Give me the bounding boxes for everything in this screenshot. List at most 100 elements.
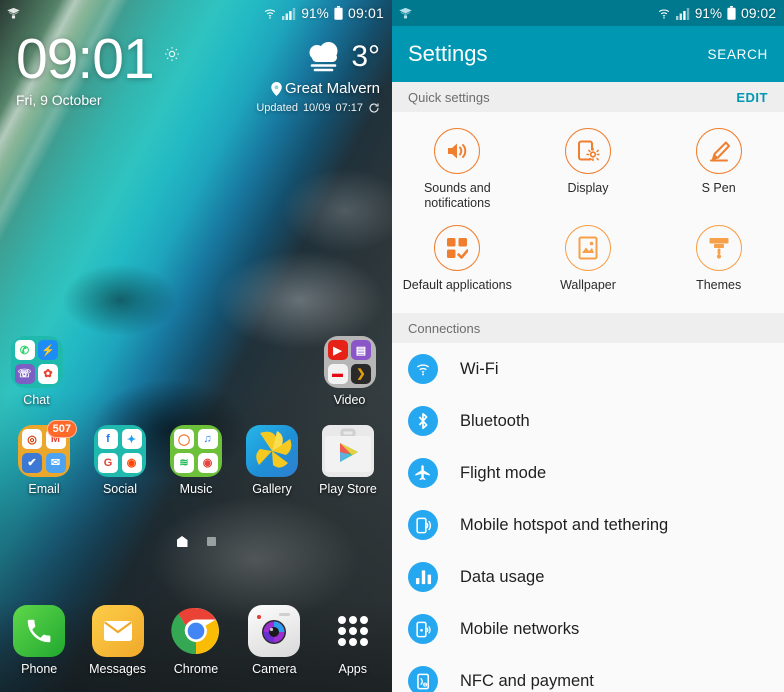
weather-updated-row: Updated 10/09 07:17 xyxy=(220,102,380,114)
folder-label: Music xyxy=(179,482,213,496)
dock-label: Apps xyxy=(338,662,368,676)
dock-camera[interactable]: Camera xyxy=(239,605,309,676)
settings-row-label: Wi-Fi xyxy=(460,359,499,378)
updated-time: 07:17 xyxy=(335,102,363,114)
settings-screen: 91% 09:02 Settings SEARCH Quick settings… xyxy=(392,0,784,692)
quick-setting-wallpaper[interactable]: Wallpaper xyxy=(523,221,654,303)
messages-icon[interactable] xyxy=(91,605,144,657)
volume-icon xyxy=(445,140,469,162)
page-title: Settings xyxy=(408,41,488,66)
search-button[interactable]: SEARCH xyxy=(708,47,768,62)
settings-row-wi-fi[interactable]: Wi-Fi xyxy=(392,343,784,395)
quick-setting-sounds-and-notifications[interactable]: Sounds and notifications xyxy=(392,124,523,221)
dock-chrome[interactable]: Chrome xyxy=(161,605,231,676)
settings-row-mobile-hotspot-and-tethering[interactable]: Mobile hotspot and tethering xyxy=(392,499,784,551)
dock-apps[interactable]: Apps xyxy=(318,605,388,676)
quick-settings-header: Quick settings EDIT xyxy=(392,82,784,112)
play-store-icon[interactable] xyxy=(322,425,374,477)
folder-label: Video xyxy=(333,393,366,407)
settings-row-nfc-and-payment[interactable]: $ NFC and payment xyxy=(392,655,784,692)
quick-setting-themes[interactable]: Themes xyxy=(653,221,784,303)
cellular-signal-icon xyxy=(675,7,690,20)
home-widget[interactable]: 09:01 Fri, 9 October 3° Great Malvern Up… xyxy=(0,26,392,114)
status-clock: 09:01 xyxy=(347,5,384,21)
camera-icon[interactable] xyxy=(248,605,301,657)
headphones-icon: ◯ xyxy=(174,429,194,449)
status-left-icons xyxy=(6,6,263,21)
battery-percent: 91% xyxy=(694,5,722,21)
gallery-icon[interactable] xyxy=(246,425,298,477)
wifi-icon xyxy=(408,354,438,384)
folder-icon[interactable]: f ✦ G ◉ xyxy=(94,425,146,477)
folder-label: Social xyxy=(102,482,138,496)
outlook-icon: ◎ xyxy=(22,429,42,449)
folder-email[interactable]: ◎ M ✔ ✉ 507 Email xyxy=(9,420,79,496)
home-status-bar: 91% 09:01 xyxy=(0,0,392,26)
icon-ring xyxy=(695,128,742,174)
phone-icon[interactable] xyxy=(13,605,66,657)
folder-icon[interactable]: ✆ ⚡ ☏ ✿ xyxy=(10,336,63,388)
weather-location-row: Great Malvern xyxy=(220,80,380,97)
icon-ring xyxy=(564,225,611,271)
plex-icon: ❯ xyxy=(351,363,371,384)
quick-setting-s-pen[interactable]: S Pen xyxy=(653,124,784,221)
email-icon: ✔ xyxy=(22,452,42,473)
svg-text:$: $ xyxy=(424,682,426,686)
battery-icon xyxy=(334,6,343,20)
home-app-row: ◎ M ✔ ✉ 507 Email f ✦ G ◉ Social ◯ ♫ ≋ ◉… xyxy=(0,420,392,496)
chrome-icon[interactable] xyxy=(170,605,222,657)
app-label: Gallery xyxy=(252,482,292,496)
dock-label: Chrome xyxy=(173,662,219,676)
status-right-icons: 91% 09:01 xyxy=(263,5,384,21)
settings-status-bar: 91% 09:02 xyxy=(392,0,784,26)
quick-setting-default-applications[interactable]: Default applications xyxy=(392,221,523,303)
dock-label: Messages xyxy=(89,662,147,676)
google-plus-icon: G xyxy=(98,452,118,473)
settings-row-bluetooth[interactable]: Bluetooth xyxy=(392,395,784,447)
refresh-icon[interactable] xyxy=(368,102,380,114)
brightness-icon[interactable] xyxy=(164,46,180,62)
podcast-icon: ◉ xyxy=(197,452,218,473)
quick-setting-label: Sounds and notifications xyxy=(423,181,491,210)
dock-messages[interactable]: Messages xyxy=(83,605,153,676)
settings-row-mobile-networks[interactable]: Mobile networks xyxy=(392,603,784,655)
default-apps-icon xyxy=(446,237,469,259)
home-folder-row: ✆ ⚡ ☏ ✿ Chat ▶ ▤ ▬ ❯ Video xyxy=(0,336,392,407)
airplane-icon xyxy=(408,458,438,488)
connections-list: Wi-Fi Bluetooth Flight mode Mobile hotsp… xyxy=(392,343,784,692)
folder-video[interactable]: ▶ ▤ ▬ ❯ Video xyxy=(315,336,385,407)
status-clock: 09:02 xyxy=(740,5,776,21)
app-gallery[interactable]: Gallery xyxy=(237,425,307,496)
quick-setting-display[interactable]: Display xyxy=(523,124,654,221)
settings-row-flight-mode[interactable]: Flight mode xyxy=(392,447,784,499)
folder-music[interactable]: ◯ ♫ ≋ ◉ Music xyxy=(161,425,231,496)
viber-icon: ☏ xyxy=(14,363,35,384)
home-dock: Phone Messages Chrome Camera Apps xyxy=(0,600,392,692)
apps-grid-icon[interactable] xyxy=(327,605,379,657)
folder-label: Chat xyxy=(23,393,50,407)
folder-icon[interactable]: ◯ ♫ ≋ ◉ xyxy=(170,425,222,477)
home-page-icon[interactable] xyxy=(176,536,188,547)
s-pen-icon xyxy=(707,139,731,163)
wallpaper-icon xyxy=(577,236,599,260)
icon-ring xyxy=(434,225,481,271)
weather-widget[interactable]: 3° Great Malvern Updated 10/09 07:17 xyxy=(220,28,380,115)
folder-social[interactable]: f ✦ G ◉ Social xyxy=(85,425,155,496)
folder-label: Email xyxy=(28,482,60,496)
music-note-icon: ♫ xyxy=(197,429,218,449)
app-play-store[interactable]: Play Store xyxy=(313,425,383,496)
page-dot[interactable] xyxy=(206,537,216,546)
dock-phone[interactable]: Phone xyxy=(4,605,74,676)
location-pin-icon xyxy=(271,81,282,96)
quick-setting-label: Default applications xyxy=(402,278,512,292)
folder-icon[interactable]: ▶ ▤ ▬ ❯ xyxy=(323,336,376,388)
settings-row-data-usage[interactable]: Data usage xyxy=(392,551,784,603)
folder-chat[interactable]: ✆ ⚡ ☏ ✿ Chat xyxy=(2,336,72,407)
clock-widget[interactable]: 09:01 Fri, 9 October xyxy=(16,28,180,108)
clock-date: Fri, 9 October xyxy=(16,92,102,108)
battery-icon xyxy=(727,6,736,20)
edit-button[interactable]: EDIT xyxy=(736,90,768,105)
reddit-icon: ◉ xyxy=(121,452,142,473)
section-title: Quick settings xyxy=(408,89,490,105)
notification-badge: 507 xyxy=(46,420,77,438)
